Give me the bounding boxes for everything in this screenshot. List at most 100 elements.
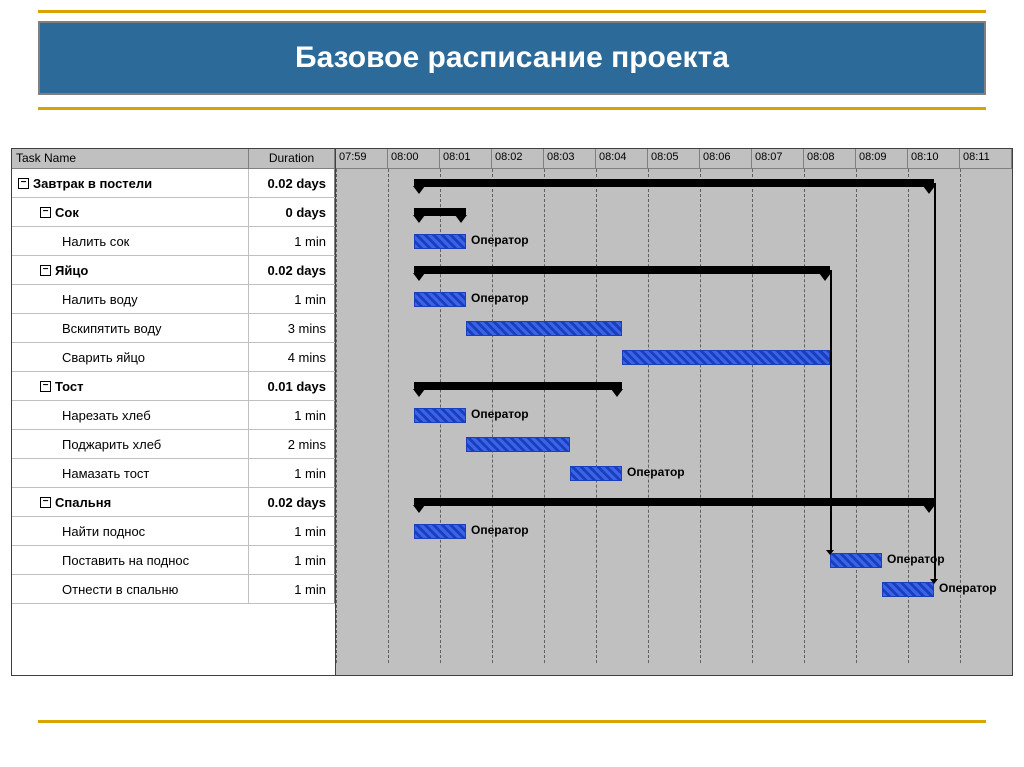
task-name-cell[interactable]: Намазать тост (12, 459, 249, 487)
table-row[interactable]: Поджарить хлеб2 mins (12, 430, 335, 459)
task-duration-cell[interactable]: 0 days (249, 198, 335, 226)
col-header-name[interactable]: Task Name (12, 149, 249, 168)
table-row[interactable]: −Завтрак в постели0.02 days (12, 169, 335, 198)
task-bar[interactable] (466, 437, 570, 452)
table-row[interactable]: Налить сок1 min (12, 227, 335, 256)
table-row[interactable]: −Сок0 days (12, 198, 335, 227)
task-name-cell[interactable]: −Тост (12, 372, 249, 400)
task-duration-cell[interactable]: 2 mins (249, 430, 335, 458)
gantt-row: Оператор (336, 285, 1012, 314)
summary-bar[interactable] (414, 208, 466, 216)
task-bar[interactable]: Оператор (414, 408, 466, 423)
table-row[interactable]: Вскипятить воду 3 mins (12, 314, 335, 343)
task-bar[interactable]: Оператор (570, 466, 622, 481)
task-name-cell[interactable]: −Сок (12, 198, 249, 226)
collapse-icon[interactable]: − (40, 497, 51, 508)
table-row[interactable]: −Спальня0.02 days (12, 488, 335, 517)
summary-bar[interactable] (414, 179, 934, 187)
table-row[interactable]: Найти поднос 1 min (12, 517, 335, 546)
task-bar[interactable]: Оператор (414, 292, 466, 307)
task-duration-cell[interactable]: 1 min (249, 401, 335, 429)
task-bar[interactable] (622, 350, 830, 365)
table-row[interactable]: −Тост0.01 days (12, 372, 335, 401)
task-name-cell[interactable]: Отнести в спальню (12, 575, 249, 603)
gantt-app: Task Name Duration −Завтрак в постели0.0… (11, 148, 1013, 676)
timeline-tick: 08:00 (388, 149, 440, 168)
task-name-cell[interactable]: Найти поднос (12, 517, 249, 545)
task-duration-cell[interactable]: 0.01 days (249, 372, 335, 400)
gantt-row: Оператор (336, 575, 1012, 604)
table-row[interactable]: Отнести в спальню1 min (12, 575, 335, 604)
table-row[interactable]: Налить воду 1 min (12, 285, 335, 314)
task-name-text: Спальня (55, 495, 111, 510)
summary-bar[interactable] (414, 382, 622, 390)
task-duration-cell[interactable]: 1 min (249, 459, 335, 487)
task-bar[interactable]: Оператор (414, 234, 466, 249)
gantt-pane[interactable]: 07:5908:0008:0108:0208:0308:0408:0508:06… (336, 149, 1012, 675)
collapse-icon[interactable]: − (40, 265, 51, 276)
task-name-cell[interactable]: Сварить яйцо (12, 343, 249, 371)
gantt-row: Оператор (336, 546, 1012, 575)
collapse-icon[interactable]: − (40, 207, 51, 218)
gantt-row: Оператор (336, 459, 1012, 488)
task-bar[interactable]: Оператор (882, 582, 934, 597)
task-bar[interactable]: Оператор (414, 524, 466, 539)
task-name-text: Налить воду (62, 292, 138, 307)
gantt-row: Оператор (336, 401, 1012, 430)
timeline-tick: 07:59 (336, 149, 388, 168)
task-name-text: Завтрак в постели (33, 176, 152, 191)
table-row[interactable]: Нарезать хлеб1 min (12, 401, 335, 430)
task-name-cell[interactable]: Поставить на поднос (12, 546, 249, 574)
timeline-tick: 08:02 (492, 149, 544, 168)
slide-header-frame: Базовое расписание проекта (38, 10, 986, 110)
bottom-rule (38, 720, 986, 723)
task-duration-cell[interactable]: 1 min (249, 227, 335, 255)
task-name-cell[interactable]: Нарезать хлеб (12, 401, 249, 429)
task-duration-cell[interactable]: 4 mins (249, 343, 335, 371)
task-name-text: Намазать тост (62, 466, 149, 481)
page-title: Базовое расписание проекта (38, 21, 986, 95)
gantt-row (336, 488, 1012, 517)
task-duration-cell[interactable]: 3 mins (249, 314, 335, 342)
task-resource-label: Оператор (939, 581, 997, 595)
task-bar[interactable]: Оператор (830, 553, 882, 568)
gantt-row (336, 169, 1012, 198)
timeline-tick: 08:01 (440, 149, 492, 168)
task-name-text: Тост (55, 379, 84, 394)
task-duration-cell[interactable]: 0.02 days (249, 488, 335, 516)
task-name-text: Найти поднос (62, 524, 145, 539)
timeline-tick: 08:06 (700, 149, 752, 168)
task-name-text: Яйцо (55, 263, 88, 278)
table-row[interactable]: Сварить яйцо4 mins (12, 343, 335, 372)
timeline-header: 07:5908:0008:0108:0208:0308:0408:0508:06… (336, 149, 1012, 169)
task-table: Task Name Duration −Завтрак в постели0.0… (12, 149, 336, 675)
task-name-cell[interactable]: Вскипятить воду (12, 314, 249, 342)
task-duration-cell[interactable]: 1 min (249, 575, 335, 603)
task-name-text: Вскипятить воду (62, 321, 162, 336)
task-resource-label: Оператор (471, 233, 529, 247)
task-duration-cell[interactable]: 1 min (249, 517, 335, 545)
task-duration-cell[interactable]: 1 min (249, 285, 335, 313)
task-name-cell[interactable]: Поджарить хлеб (12, 430, 249, 458)
collapse-icon[interactable]: − (40, 381, 51, 392)
task-duration-cell[interactable]: 0.02 days (249, 169, 335, 197)
table-row[interactable]: Намазать тост 1 min (12, 459, 335, 488)
gantt-row: Оператор (336, 227, 1012, 256)
summary-bar[interactable] (414, 498, 934, 506)
gantt-body[interactable]: ОператорОператорОператорОператорОператор… (336, 169, 1012, 663)
task-duration-cell[interactable]: 0.02 days (249, 256, 335, 284)
timeline-tick: 08:05 (648, 149, 700, 168)
summary-bar[interactable] (414, 266, 830, 274)
collapse-icon[interactable]: − (18, 178, 29, 189)
task-bar[interactable] (466, 321, 622, 336)
task-name-cell[interactable]: Налить сок (12, 227, 249, 255)
task-name-cell[interactable]: Налить воду (12, 285, 249, 313)
col-header-duration[interactable]: Duration (249, 149, 335, 168)
task-duration-cell[interactable]: 1 min (249, 546, 335, 574)
task-name-cell[interactable]: −Яйцо (12, 256, 249, 284)
gantt-row (336, 314, 1012, 343)
task-name-cell[interactable]: −Спальня (12, 488, 249, 516)
table-row[interactable]: −Яйцо0.02 days (12, 256, 335, 285)
task-name-cell[interactable]: −Завтрак в постели (12, 169, 249, 197)
table-row[interactable]: Поставить на поднос1 min (12, 546, 335, 575)
